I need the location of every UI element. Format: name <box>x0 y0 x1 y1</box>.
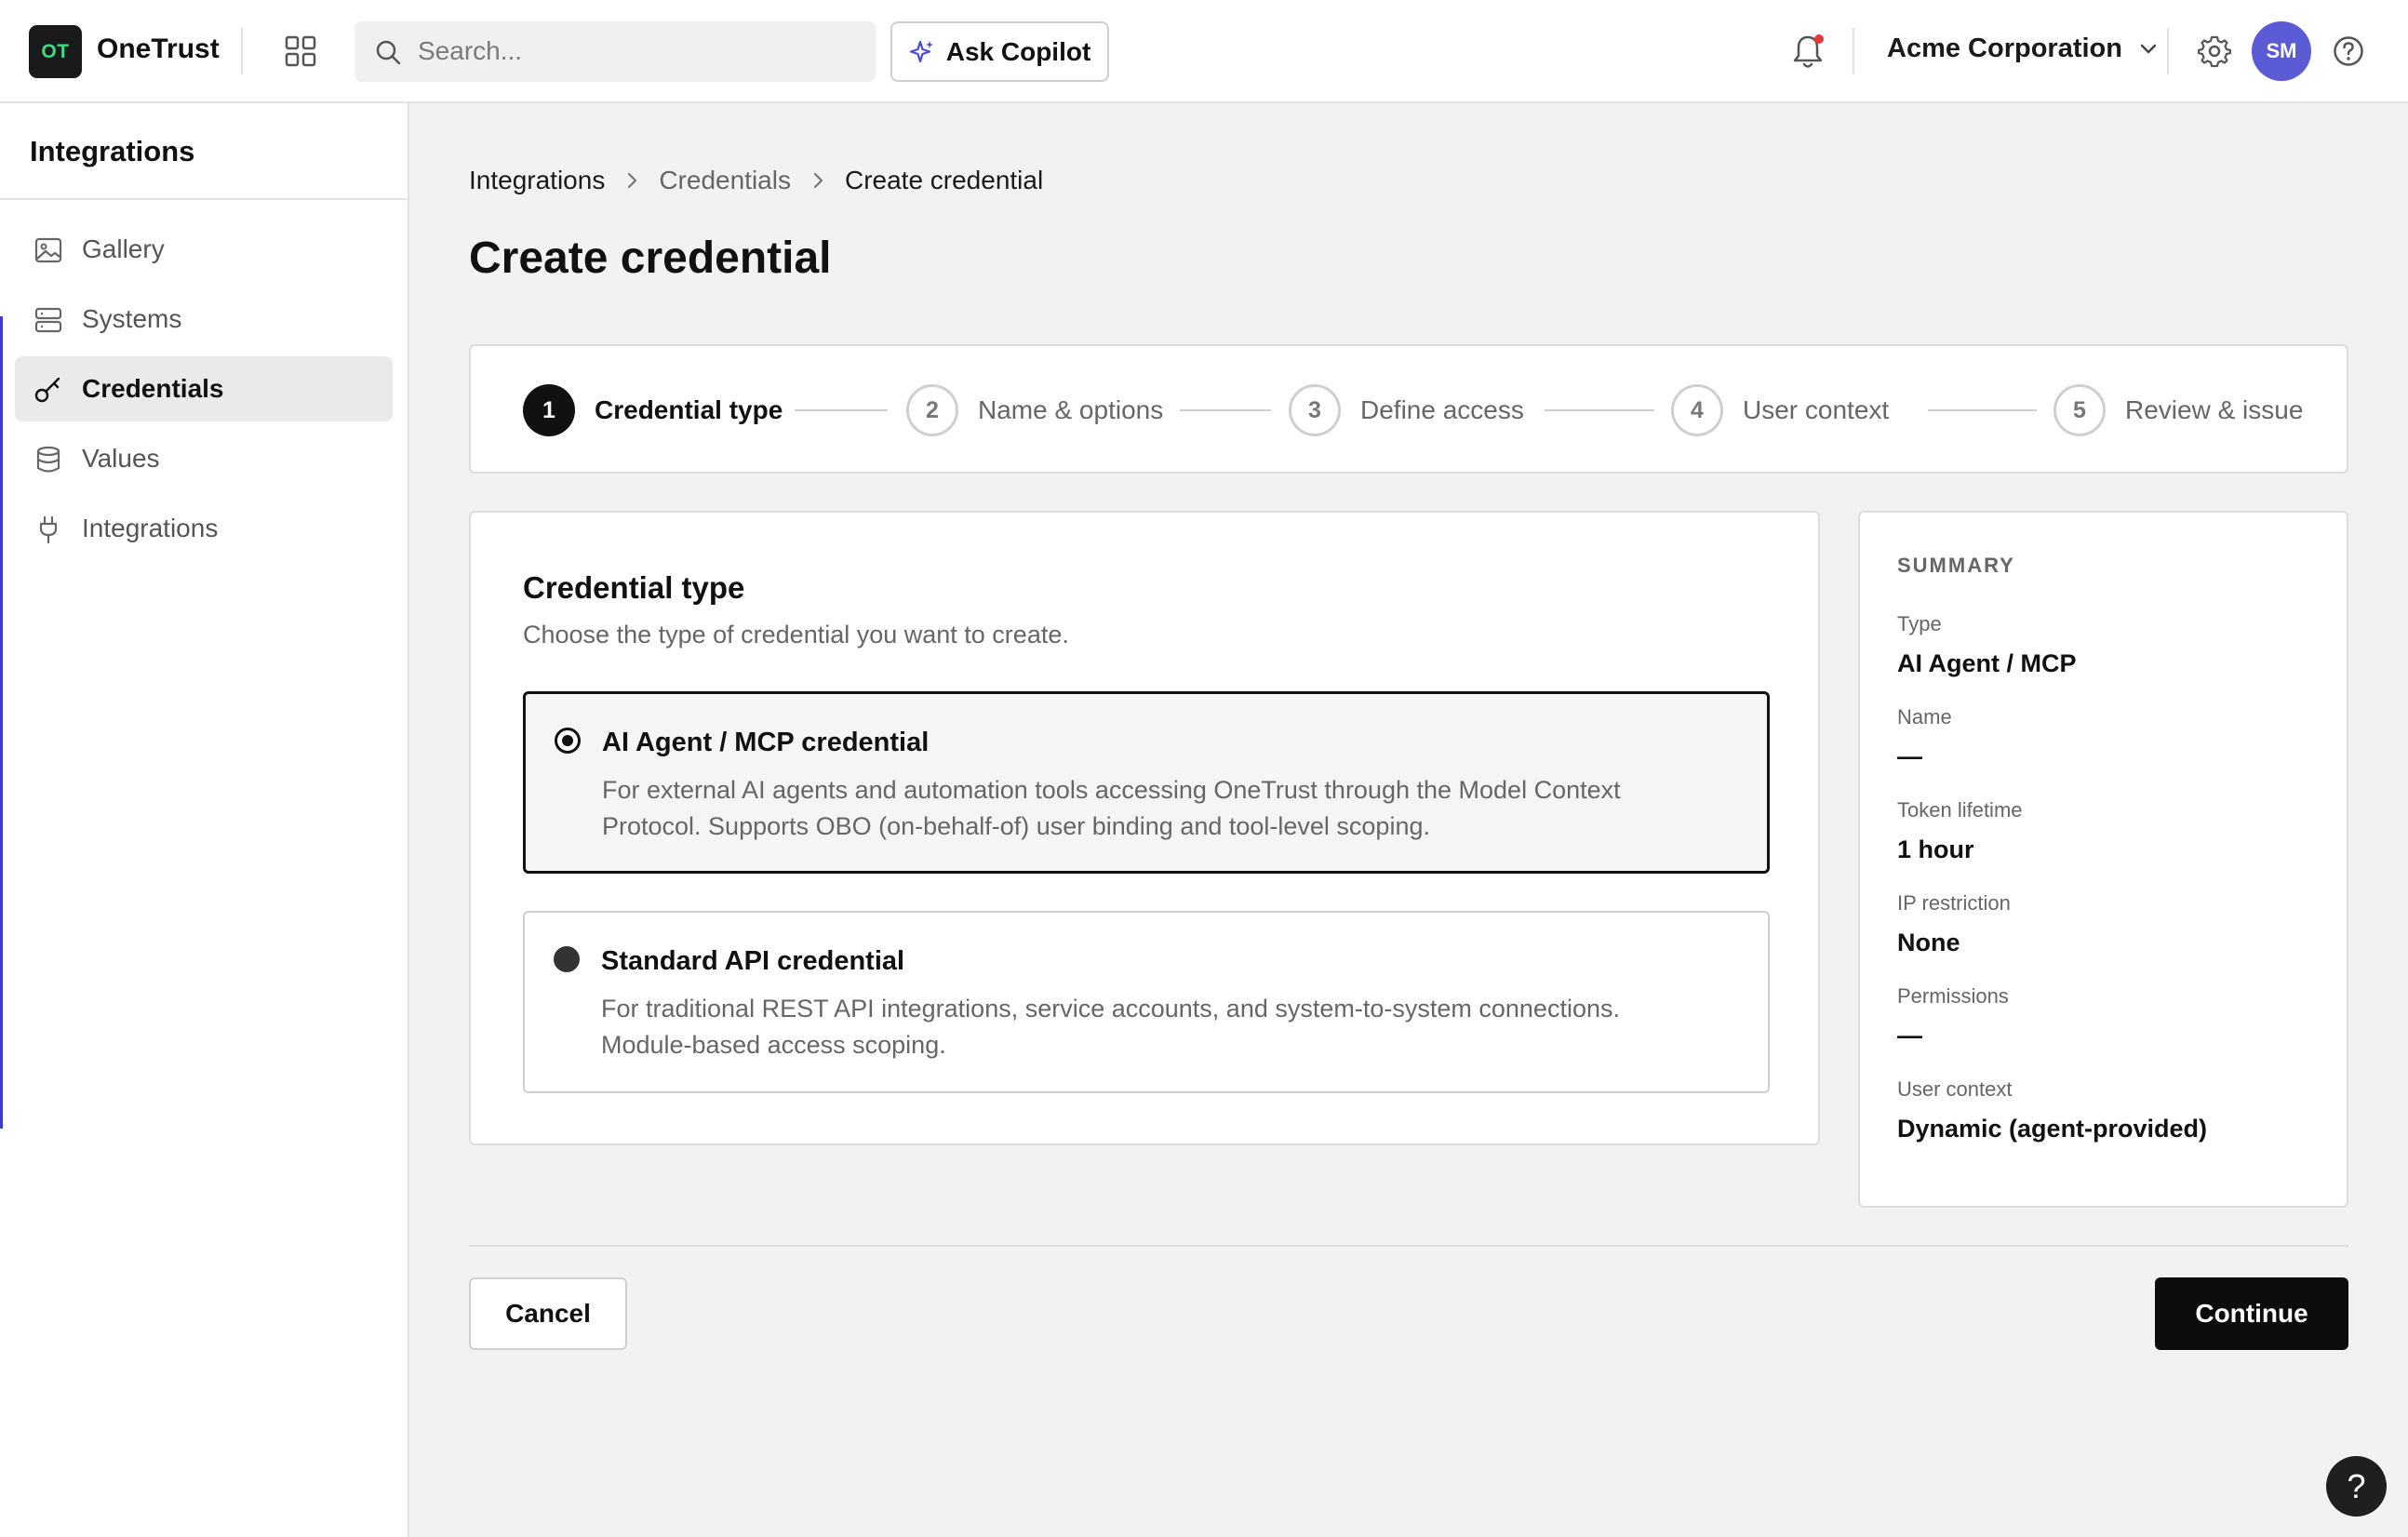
wizard-stepper: 1 Credential type 2 Name & options 3 Def… <box>469 344 2348 474</box>
option-title: AI Agent / MCP credential <box>602 728 930 757</box>
help-icon[interactable] <box>2333 35 2364 67</box>
step-3-number: 3 <box>1289 384 1341 436</box>
sparkle-icon <box>909 40 933 62</box>
sidebar-item-label: Credentials <box>82 374 224 403</box>
summary-value: AI Agent / MCP <box>1897 649 2077 677</box>
option-ai-agent-mcp[interactable]: AI Agent / MCP credential For external A… <box>523 691 1770 874</box>
step-4-number: 4 <box>1671 384 1723 436</box>
chevron-right-icon <box>813 172 823 189</box>
summary-label: Type <box>1897 612 1942 635</box>
step-4-label: User context <box>1743 395 1890 424</box>
page-title: Create credential <box>469 234 832 283</box>
breadcrumb-integrations[interactable]: Integrations <box>469 166 605 195</box>
radio-unselected[interactable] <box>554 946 580 972</box>
chevron-right-icon <box>628 172 637 189</box>
sidebar-item-gallery[interactable]: Gallery <box>15 217 393 282</box>
sidebar-item-label: Values <box>82 444 160 473</box>
org-switcher[interactable]: Acme Corporation <box>1887 33 2158 64</box>
sidebar-item-label: Integrations <box>82 514 219 542</box>
section-subtitle: Choose the type of credential you want t… <box>523 621 1069 648</box>
sidebar: Integrations Gallery Systems Credentials <box>0 103 409 1537</box>
step-5-label: Review & issue <box>2125 395 2304 424</box>
sidebar-item-label: Systems <box>82 304 182 333</box>
image-icon <box>34 237 62 263</box>
divider <box>2167 28 2169 74</box>
onetrust-logo[interactable]: OT <box>29 25 82 78</box>
server-icon <box>34 307 62 333</box>
breadcrumb: Integrations Credentials Create credenti… <box>469 166 1043 195</box>
summary-value: — <box>1897 1022 1922 1049</box>
ask-copilot-button[interactable]: Ask Copilot <box>890 21 1109 82</box>
app-launcher-icon[interactable] <box>285 35 316 67</box>
sidebar-item-systems[interactable]: Systems <box>15 287 393 352</box>
summary-value: 1 hour <box>1897 835 1974 863</box>
option-title: Standard API credential <box>601 946 905 976</box>
step-1-label: Credential type <box>595 395 783 424</box>
chevron-down-icon <box>2140 44 2157 53</box>
summary-label: Permissions <box>1897 984 2009 1008</box>
step-2-label: Name & options <box>978 395 1164 424</box>
step-connector <box>1180 409 1271 411</box>
summary-value: Dynamic (agent-provided) <box>1897 1115 2208 1143</box>
summary-label: User context <box>1897 1077 2013 1101</box>
sidebar-item-label: Gallery <box>82 234 165 263</box>
sidebar-item-values[interactable]: Values <box>15 426 393 491</box>
step-1-number: 1 <box>523 384 575 436</box>
step-connector <box>1545 409 1654 411</box>
step-5-number: 5 <box>2053 384 2106 436</box>
summary-value: — <box>1897 742 1922 770</box>
section-title: Credential type <box>523 570 745 605</box>
summary-label: Token lifetime <box>1897 798 2023 822</box>
option-description: For external AI agents and automation to… <box>602 776 1621 840</box>
gear-icon[interactable] <box>2198 34 2231 68</box>
sidebar-item-credentials[interactable]: Credentials <box>15 356 393 421</box>
option-description: For traditional REST API integrations, s… <box>601 995 1620 1059</box>
sidebar-title: Integrations <box>30 135 195 167</box>
breadcrumb-current: Create credential <box>844 166 1044 194</box>
sidebar-divider <box>0 198 408 200</box>
brand-name[interactable]: OneTrust <box>97 33 220 65</box>
notification-dot <box>1814 34 1824 44</box>
plug-icon <box>39 515 58 544</box>
credential-type-card: Credential type Choose the type of crede… <box>469 511 1820 1145</box>
sidebar-item-integrations[interactable]: Integrations <box>15 496 393 561</box>
org-name: Acme Corporation <box>1887 33 2122 63</box>
footer-divider <box>469 1245 2348 1247</box>
step-connector <box>795 409 888 411</box>
summary-heading: SUMMARY <box>1897 554 2015 577</box>
cancel-button[interactable]: Cancel <box>469 1277 627 1350</box>
database-icon <box>36 446 60 473</box>
summary-panel: SUMMARY Type AI Agent / MCP Name — Token… <box>1858 511 2348 1208</box>
radio-selected[interactable] <box>555 728 581 754</box>
divider <box>1853 28 1854 74</box>
divider <box>241 28 243 74</box>
step-connector <box>1928 409 2037 411</box>
summary-label: IP restriction <box>1897 891 2011 915</box>
key-icon <box>34 377 60 403</box>
summary-value: None <box>1897 929 1960 956</box>
continue-button[interactable]: Continue <box>2155 1277 2348 1350</box>
search-box[interactable] <box>355 21 876 82</box>
breadcrumb-credentials[interactable]: Credentials <box>659 166 791 195</box>
sidebar-accent-bar <box>0 316 3 1129</box>
top-bar: OT OneTrust Ask Copilot Acme Corporation <box>0 0 2408 103</box>
user-avatar[interactable]: SM <box>2252 21 2311 81</box>
ask-copilot-label: Ask Copilot <box>945 36 1091 66</box>
search-input[interactable] <box>418 33 855 70</box>
step-2-number: 2 <box>906 384 958 436</box>
search-icon <box>376 40 401 65</box>
option-standard-api[interactable]: Standard API credential For traditional … <box>523 911 1770 1093</box>
step-3-label: Define access <box>1360 395 1524 424</box>
help-fab-button[interactable]: ? <box>2326 1456 2387 1517</box>
summary-label: Name <box>1897 705 1952 728</box>
